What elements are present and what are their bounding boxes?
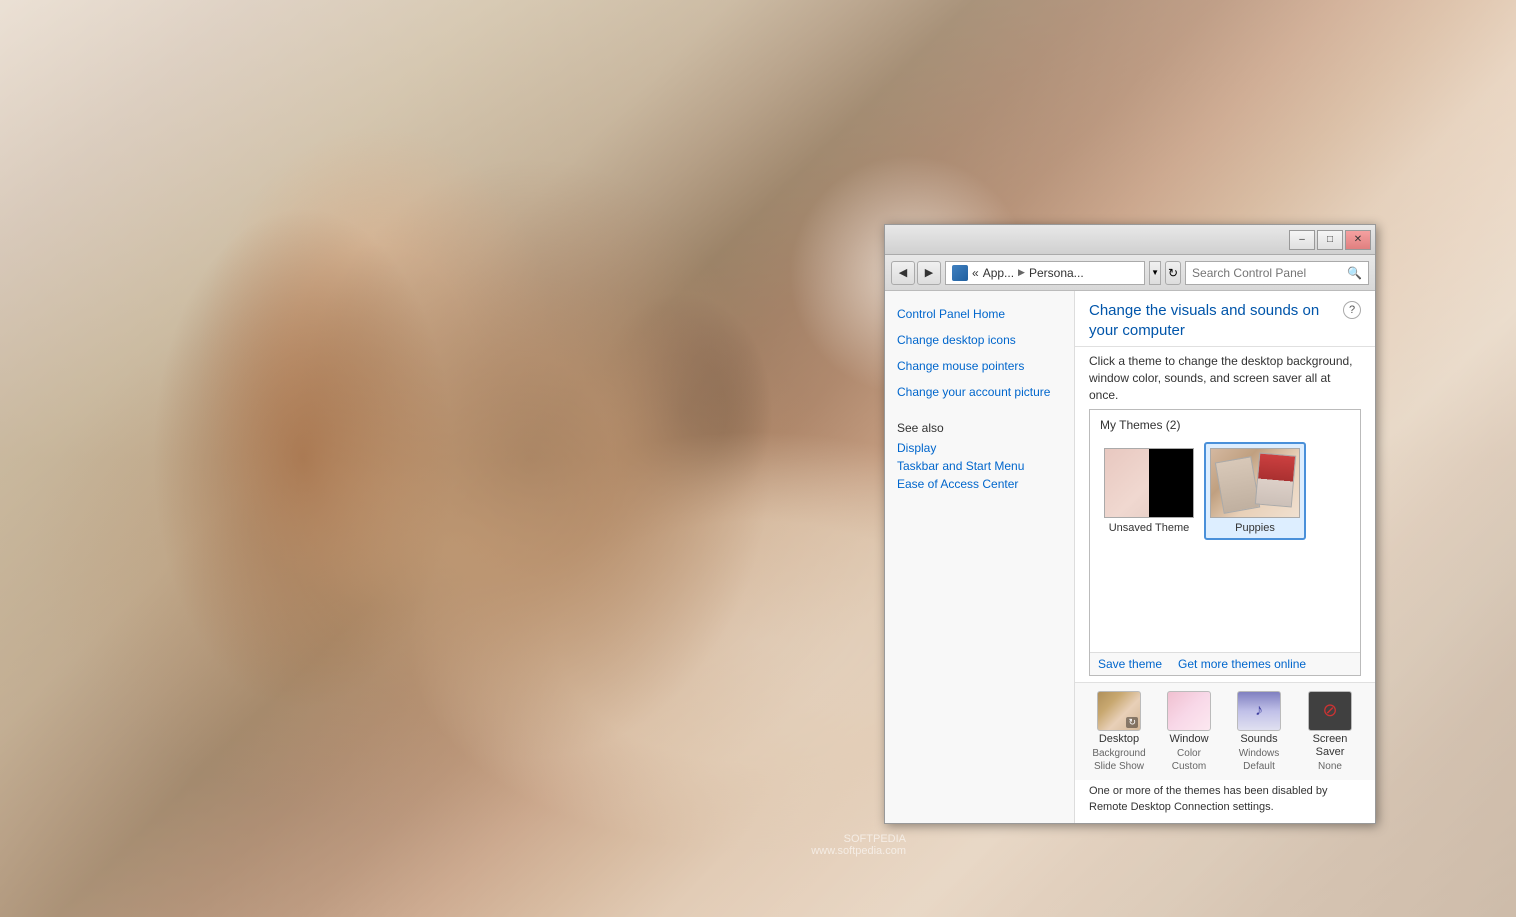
window-color-icon (1167, 691, 1211, 731)
toolbar-item-sounds[interactable]: Sounds Windows Default (1229, 691, 1289, 772)
desktop-background-icon (1097, 691, 1141, 731)
content-description: Click a theme to change the desktop back… (1075, 347, 1375, 409)
main-content: Control Panel Home Change desktop icons … (885, 291, 1375, 823)
screensaver-label: Screen Saver (1299, 733, 1361, 759)
maximize-button[interactable]: □ (1317, 230, 1343, 250)
nav-buttons: ◀ ▶ (891, 261, 941, 285)
help-icon[interactable]: ? (1343, 301, 1361, 319)
see-also-title: See also (897, 421, 1062, 435)
warning-text: One or more of the themes has been disab… (1075, 780, 1375, 823)
path-separator: ▶ (1018, 267, 1025, 278)
search-input[interactable] (1192, 266, 1347, 280)
unsaved-theme-thumbnail (1104, 448, 1194, 518)
address-icon (952, 265, 968, 281)
themes-wrapper: My Themes (2) Unsaved Theme Pu (1089, 409, 1361, 675)
themes-section-label: My Themes (2) (1096, 416, 1354, 434)
unsaved-theme-label: Unsaved Theme (1109, 522, 1190, 534)
theme-item-unsaved[interactable]: Unsaved Theme (1098, 442, 1200, 540)
puppies-theme-label: Puppies (1235, 522, 1275, 534)
sounds-sublabel: Windows (1239, 748, 1280, 759)
address-bar: ◀ ▶ « App... ▶ Persona... ▼ ↻ 🔍 (885, 255, 1375, 291)
window-color-extra: Custom (1172, 761, 1206, 772)
address-path[interactable]: « App... ▶ Persona... (945, 261, 1145, 285)
toolbar-item-window-color[interactable]: Window Color Custom (1159, 691, 1219, 772)
desktop-background-label: Desktop (1099, 733, 1139, 746)
sounds-extra: Default (1243, 761, 1275, 772)
sidebar-item-desktop-icons[interactable]: Change desktop icons (885, 327, 1074, 353)
window-color-sublabel: Color (1177, 748, 1201, 759)
sidebar-item-mouse-pointers[interactable]: Change mouse pointers (885, 353, 1074, 379)
watermark: SOFTPEDIA www.softpedia.com (811, 833, 906, 857)
sounds-label: Sounds (1240, 733, 1277, 746)
refresh-button[interactable]: ↻ (1165, 261, 1181, 285)
title-bar: – □ ✕ (885, 225, 1375, 255)
sidebar-item-display[interactable]: Display (897, 441, 1062, 455)
themes-grid: Unsaved Theme Puppies (1096, 440, 1354, 542)
theme-item-puppies[interactable]: Puppies (1204, 442, 1306, 540)
sidebar-item-ease-of-access[interactable]: Ease of Access Center (897, 477, 1062, 491)
screensaver-icon (1308, 691, 1352, 731)
themes-scroll-area: My Themes (2) Unsaved Theme Pu (1089, 409, 1361, 675)
sidebar-item-control-panel-home[interactable]: Control Panel Home (885, 301, 1074, 327)
sidebar-item-account-picture[interactable]: Change your account picture (885, 379, 1074, 405)
control-panel-window: – □ ✕ ◀ ▶ « App... ▶ Persona... ▼ ↻ 🔍 Co… (884, 224, 1376, 824)
close-button[interactable]: ✕ (1345, 230, 1371, 250)
right-content: Change the visuals and sounds on your co… (1075, 291, 1375, 823)
search-box: 🔍 (1185, 261, 1369, 285)
themes-footer: Save theme Get more themes online (1090, 652, 1360, 675)
window-color-label: Window (1169, 733, 1208, 746)
save-theme-link[interactable]: Save theme (1098, 657, 1162, 671)
sidebar-item-taskbar[interactable]: Taskbar and Start Menu (897, 459, 1062, 473)
address-dropdown-button[interactable]: ▼ (1149, 261, 1161, 285)
path-prefix: « (972, 266, 979, 280)
search-icon[interactable]: 🔍 (1347, 266, 1362, 280)
sidebar-see-also: See also Display Taskbar and Start Menu … (885, 421, 1074, 491)
path-part2: Persona... (1029, 266, 1084, 280)
get-more-themes-link[interactable]: Get more themes online (1178, 657, 1306, 671)
desktop-background-sublabel: Background (1092, 748, 1145, 759)
content-header: Change the visuals and sounds on your co… (1075, 291, 1375, 347)
back-button[interactable]: ◀ (891, 261, 915, 285)
sidebar: Control Panel Home Change desktop icons … (885, 291, 1075, 823)
themes-content[interactable]: My Themes (2) Unsaved Theme Pu (1090, 410, 1360, 651)
title-bar-buttons: – □ ✕ (1289, 230, 1371, 250)
content-title: Change the visuals and sounds on your co… (1089, 301, 1337, 340)
minimize-button[interactable]: – (1289, 230, 1315, 250)
sounds-icon (1237, 691, 1281, 731)
forward-button[interactable]: ▶ (917, 261, 941, 285)
toolbar-item-desktop-background[interactable]: Desktop Background Slide Show (1089, 691, 1149, 772)
puppies-theme-thumbnail (1210, 448, 1300, 518)
bottom-toolbar: Desktop Background Slide Show Window Col… (1075, 682, 1375, 780)
screensaver-extra: None (1318, 761, 1342, 772)
toolbar-item-screen-saver[interactable]: Screen Saver None (1299, 691, 1361, 772)
path-part1: App... (983, 266, 1014, 280)
desktop-background-extra: Slide Show (1094, 761, 1144, 772)
